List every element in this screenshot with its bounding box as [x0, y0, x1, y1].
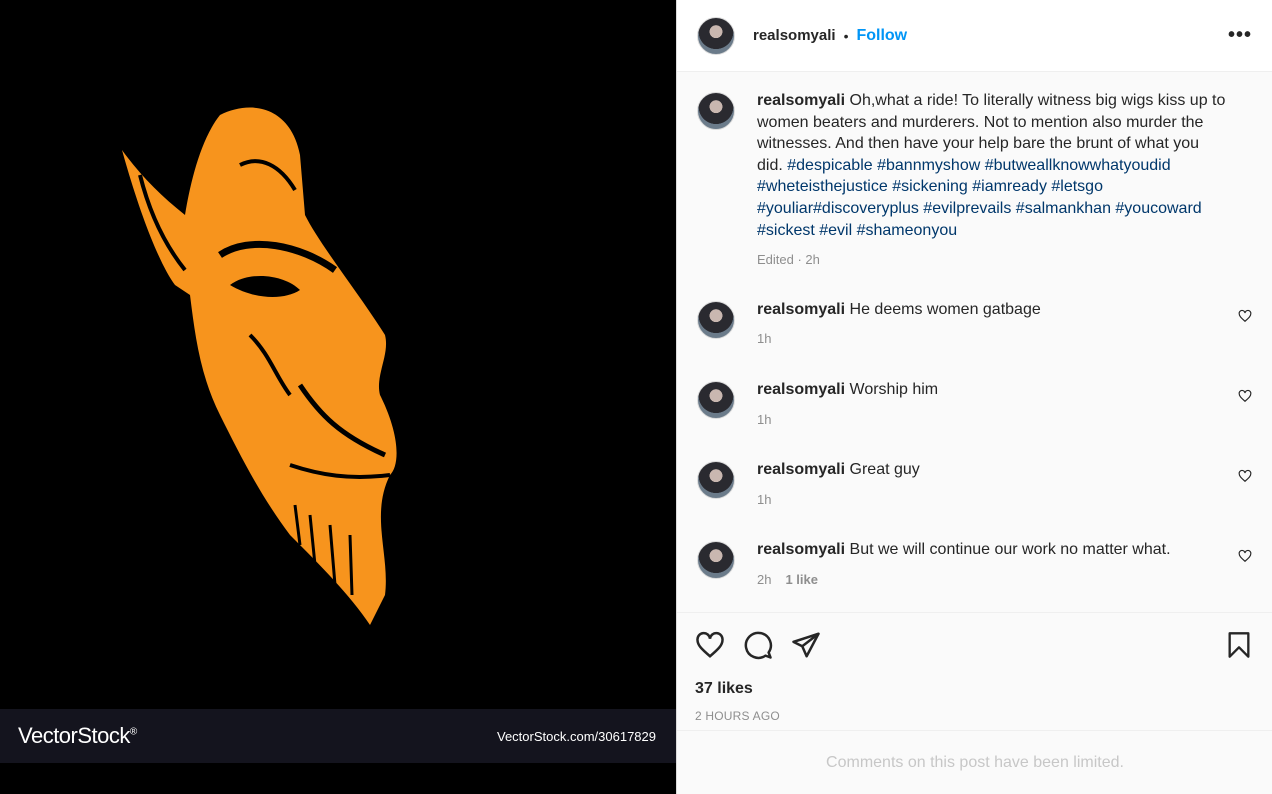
comment-time[interactable]: 1h	[757, 412, 771, 427]
comment-time[interactable]: 1h	[757, 331, 771, 346]
post-timestamp[interactable]: 2 HOURS AGO	[695, 709, 1253, 723]
caption: realsomyali Oh,what a ride! To literally…	[697, 90, 1252, 271]
avatar[interactable]	[697, 92, 735, 130]
heart-icon[interactable]	[1238, 469, 1252, 483]
more-options-icon[interactable]: •••	[1228, 24, 1252, 47]
comment-text: But we will continue our work no matter …	[849, 541, 1171, 559]
author-username[interactable]: realsomyali	[753, 27, 836, 44]
comment-time[interactable]: 2h	[757, 572, 771, 587]
comment: realsomyali He deems women gatbage 1h	[697, 299, 1252, 350]
caption-hashtags[interactable]: #despicable #bannmyshow #butweallknowwha…	[757, 157, 1202, 239]
avatar[interactable]	[697, 461, 735, 500]
comment: realsomyali Worship him 1h	[697, 379, 1252, 430]
heart-icon[interactable]	[1238, 389, 1252, 403]
like-heart-icon[interactable]	[695, 630, 725, 660]
comment: realsomyali Great guy 1h	[697, 459, 1252, 510]
comment-text: Great guy	[849, 461, 920, 479]
comment-username[interactable]: realsomyali	[757, 381, 845, 398]
post-actions: 37 likes 2 HOURS AGO	[677, 612, 1272, 730]
comment-bubble-icon[interactable]	[743, 630, 773, 660]
avatar[interactable]	[697, 541, 735, 580]
comments-list[interactable]: realsomyali Oh,what a ride! To literally…	[677, 72, 1272, 612]
post-image[interactable]: VectorStock® VectorStock.com/30617829	[0, 0, 676, 794]
post-header: realsomyali • Follow •••	[677, 0, 1272, 72]
avatar[interactable]	[697, 16, 735, 55]
caption-meta: Edited · 2h	[757, 252, 820, 268]
vectorstock-logo: VectorStock®	[18, 723, 137, 748]
follow-button[interactable]: Follow	[856, 27, 907, 45]
comment-username[interactable]: realsomyali	[757, 541, 845, 558]
watermark-bar: VectorStock® VectorStock.com/30617829	[0, 709, 676, 763]
avatar[interactable]	[697, 380, 735, 419]
heart-icon[interactable]	[1238, 309, 1252, 323]
separator-dot: •	[843, 27, 849, 44]
demon-face-illustration	[122, 107, 397, 626]
comment: realsomyali But we will continue our wor…	[697, 539, 1252, 590]
share-paper-plane-icon[interactable]	[791, 630, 821, 660]
watermark-url: VectorStock.com/30617829	[497, 728, 656, 744]
post-likes-count[interactable]: 37 likes	[695, 680, 1253, 698]
comments-limited-notice: Comments on this post have been limited.	[677, 730, 1272, 794]
heart-icon[interactable]	[1238, 549, 1252, 563]
comment-text: He deems women gatbage	[849, 300, 1041, 318]
post-panel: realsomyali • Follow ••• realsomyali Oh,…	[676, 0, 1272, 794]
bookmark-icon[interactable]	[1225, 631, 1253, 659]
avatar[interactable]	[697, 300, 735, 339]
comment-like-count[interactable]: 1 like	[785, 572, 818, 587]
comment-time[interactable]: 1h	[757, 492, 771, 507]
caption-username[interactable]: realsomyali	[757, 92, 845, 109]
comment-username[interactable]: realsomyali	[757, 301, 845, 318]
comment-text: Worship him	[849, 380, 939, 398]
comment-username[interactable]: realsomyali	[757, 461, 845, 478]
